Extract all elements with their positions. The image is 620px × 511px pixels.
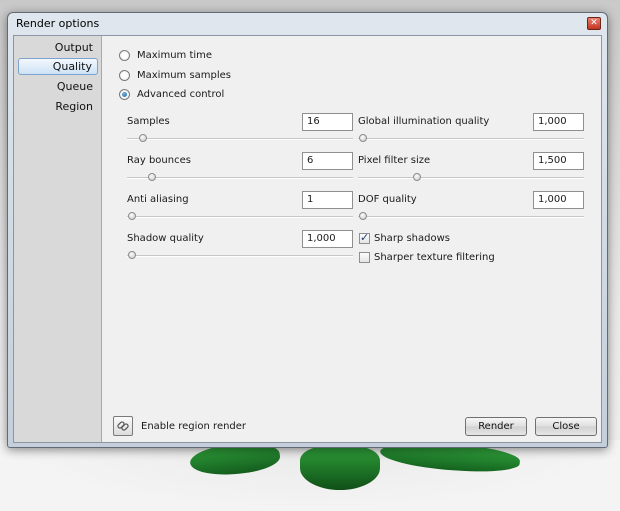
window-title: Render options — [16, 17, 100, 30]
close-window-icon[interactable]: ✕ — [587, 17, 601, 30]
sharper-texture-checkbox-row[interactable]: Sharper texture filtering — [359, 250, 495, 264]
anti-aliasing-input[interactable]: 1 — [302, 191, 353, 209]
sharper-texture-checkbox[interactable] — [359, 251, 370, 263]
slider-track — [127, 255, 353, 257]
gi-quality-label: Global illumination quality — [358, 116, 490, 127]
sidebar-item-label: Region — [55, 100, 93, 113]
sidebar: Output Quality Queue Region — [14, 36, 102, 442]
slider-thumb[interactable] — [358, 134, 367, 142]
radio-label: Advanced control — [137, 88, 225, 100]
mode-radio-advanced[interactable]: Advanced control — [119, 86, 224, 102]
sidebar-item-output[interactable]: Output — [18, 39, 98, 56]
dof-quality-input[interactable]: 1,000 — [533, 191, 584, 209]
dof-quality-slider[interactable] — [358, 212, 584, 221]
shadow-quality-input[interactable]: 1,000 — [302, 230, 353, 248]
anti-aliasing-label: Anti aliasing — [127, 194, 189, 205]
pixel-filter-label: Pixel filter size — [358, 155, 431, 166]
radio-button[interactable] — [119, 49, 130, 61]
ray-bounces-slider[interactable] — [127, 173, 353, 182]
plant-leaf — [300, 446, 380, 490]
radio-button-selected[interactable] — [119, 88, 130, 100]
slider-thumb[interactable] — [147, 173, 156, 181]
sidebar-item-queue[interactable]: Queue — [18, 78, 98, 95]
sharp-shadows-checkbox-row[interactable]: Sharp shadows — [359, 231, 450, 245]
enable-region-render-label: Enable region render — [141, 421, 247, 432]
samples-input[interactable]: 16 — [302, 113, 353, 131]
pixel-filter-slider[interactable] — [358, 173, 584, 182]
region-render-toggle-button[interactable] — [113, 416, 133, 436]
anti-aliasing-slider[interactable] — [127, 212, 353, 221]
slider-thumb[interactable] — [127, 212, 136, 220]
mode-radio-max-time[interactable]: Maximum time — [119, 47, 212, 63]
shadow-quality-slider[interactable] — [127, 251, 353, 260]
slider-thumb[interactable] — [358, 212, 367, 220]
mode-radio-max-samples[interactable]: Maximum samples — [119, 67, 231, 83]
gi-quality-input[interactable]: 1,000 — [533, 113, 584, 131]
slider-track — [127, 138, 353, 140]
ray-bounces-input[interactable]: 6 — [302, 152, 353, 170]
pixel-filter-input[interactable]: 1,500 — [533, 152, 584, 170]
sidebar-item-region[interactable]: Region — [18, 98, 98, 115]
radio-label: Maximum time — [137, 49, 213, 61]
title-bar[interactable]: Render options ✕ — [8, 13, 607, 35]
dof-quality-label: DOF quality — [358, 194, 417, 205]
ray-bounces-label: Ray bounces — [127, 155, 191, 166]
sidebar-item-quality[interactable]: Quality — [18, 58, 98, 75]
slider-track — [127, 216, 353, 218]
close-button[interactable]: Close — [535, 417, 597, 436]
sharp-shadows-checkbox[interactable] — [359, 231, 370, 244]
sharper-texture-label: Sharper texture filtering — [374, 251, 495, 263]
slider-thumb[interactable] — [138, 134, 147, 142]
sharp-shadows-label: Sharp shadows — [374, 232, 450, 244]
radio-button[interactable] — [119, 69, 130, 81]
quality-panel: Maximum time Maximum samples Advanced co… — [103, 36, 601, 442]
sidebar-item-label: Quality — [52, 60, 92, 73]
samples-label: Samples — [127, 116, 170, 127]
radio-label: Maximum samples — [137, 69, 232, 81]
slider-track — [358, 177, 584, 179]
shadow-quality-label: Shadow quality — [127, 233, 204, 244]
samples-slider[interactable] — [127, 134, 353, 143]
region-link-icon — [117, 421, 129, 431]
slider-track — [127, 177, 353, 179]
gi-quality-slider[interactable] — [358, 134, 584, 143]
slider-track — [358, 138, 584, 140]
slider-thumb[interactable] — [412, 173, 421, 181]
slider-track — [358, 216, 584, 218]
sidebar-item-label: Queue — [56, 80, 93, 93]
render-button[interactable]: Render — [465, 417, 527, 436]
slider-thumb[interactable] — [127, 251, 136, 259]
render-options-dialog: Render options ✕ Output Quality Queue Re… — [7, 12, 608, 448]
dialog-client: Output Quality Queue Region Maximum time… — [13, 35, 602, 443]
sidebar-item-label: Output — [54, 41, 93, 54]
